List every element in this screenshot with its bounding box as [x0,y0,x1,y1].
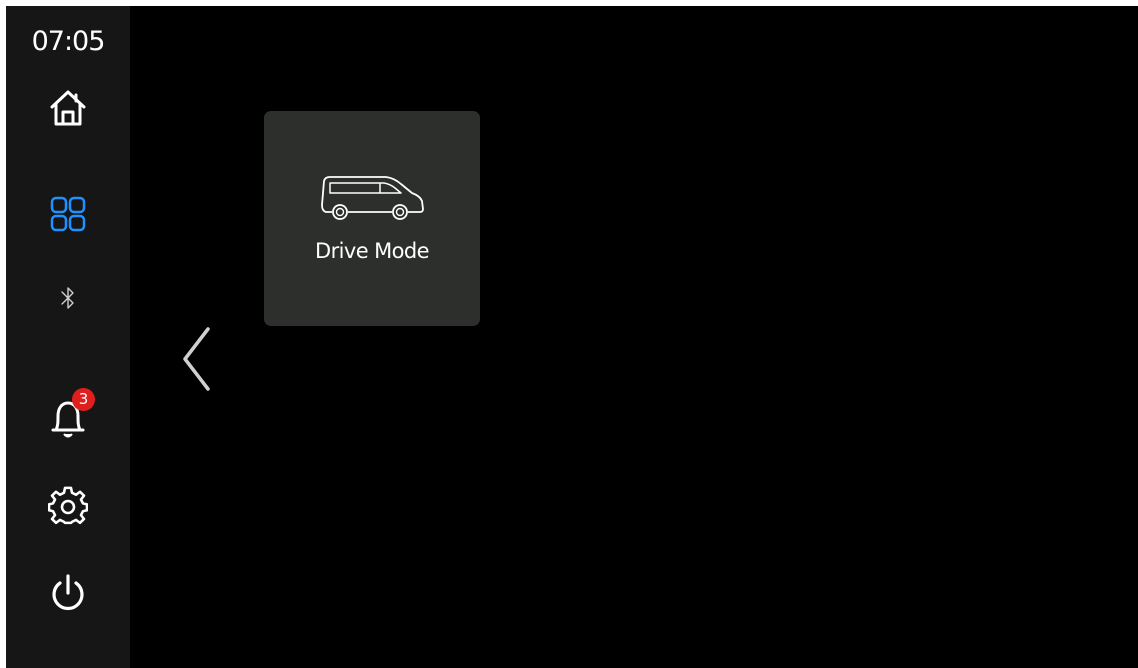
app-grid-icon [50,196,86,232]
notification-badge: 3 [72,388,95,411]
sidebar-item-home[interactable] [28,76,108,140]
bluetooth-icon [61,287,74,309]
sidebar-item-notifications[interactable]: 3 [28,386,108,450]
drive-mode-tile[interactable]: Drive Mode [264,111,480,326]
tile-label: Drive Mode [315,239,429,263]
head-unit-screen: 07:05 3 Drive Mode [6,6,1138,668]
sidebar-item-apps[interactable] [28,182,108,246]
sidebar-item-settings[interactable] [28,474,108,538]
sidebar-item-power[interactable] [28,561,108,625]
clock: 07:05 [31,26,106,57]
previous-page-button[interactable] [176,324,216,394]
gear-icon [48,486,88,525]
home-icon [50,90,86,126]
sidebar: 07:05 3 [6,6,130,668]
chevron-left-icon [183,327,210,391]
sidebar-item-bluetooth[interactable] [28,266,108,330]
van-icon [321,176,424,220]
power-icon [52,574,84,611]
